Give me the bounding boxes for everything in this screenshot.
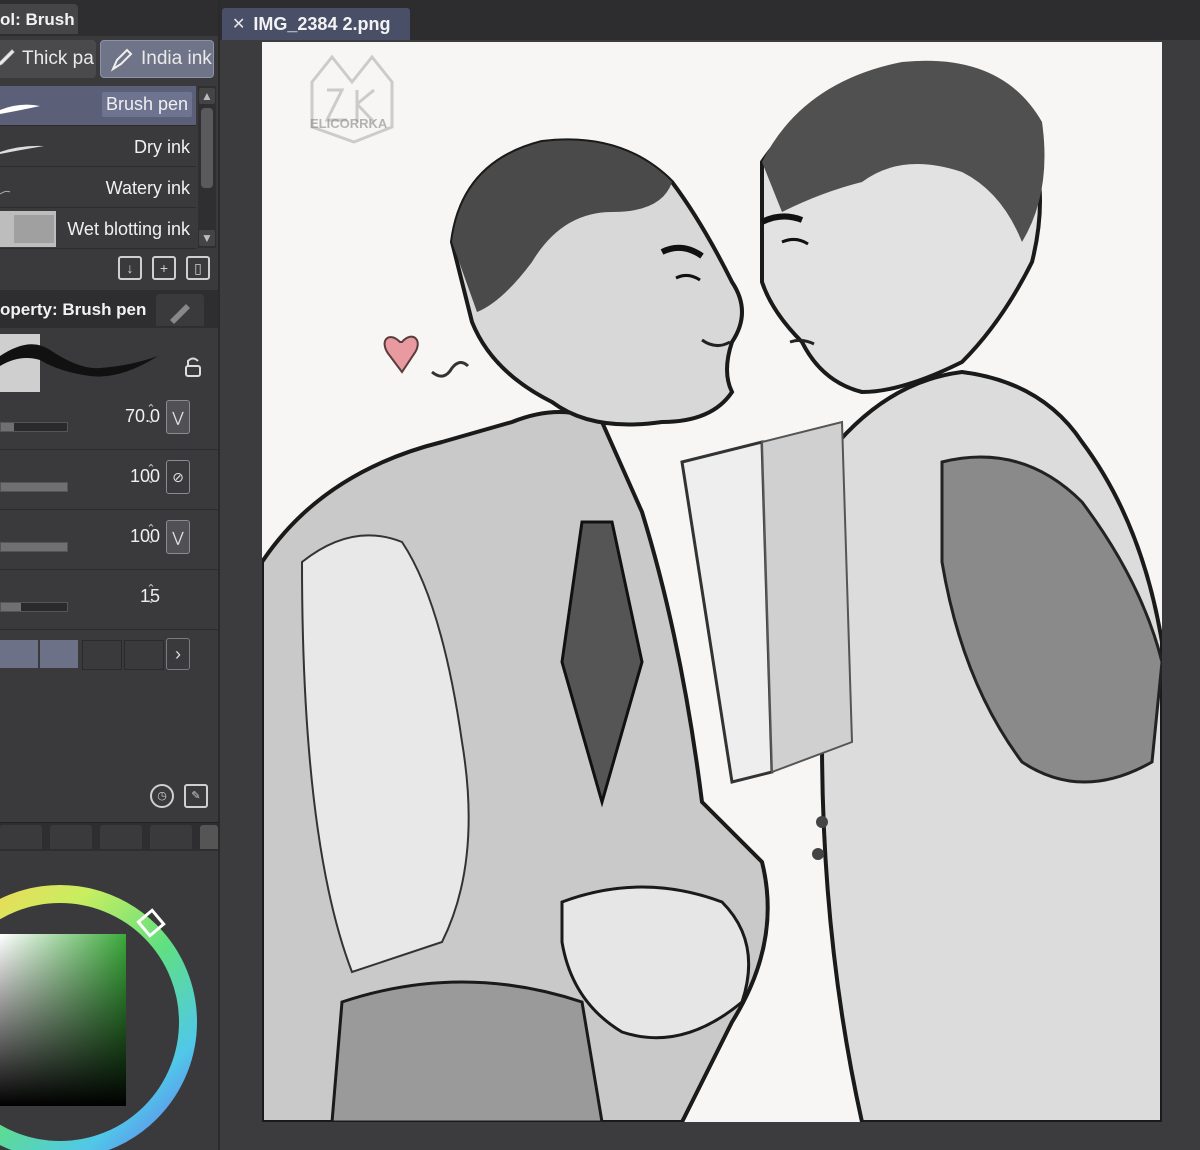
stepper-icon[interactable]: ⌃ ⌄ [144,464,158,486]
pen-nib-icon [110,48,133,72]
color-wheel-panel [0,852,218,1150]
param-brush-size[interactable]: 70.0 ⌃ ⌄ ⋁ [0,392,218,450]
wrench-pen-icon [170,304,190,324]
swatch[interactable] [0,640,38,668]
brush-item-brush-pen[interactable]: Brush pen [0,86,196,126]
tab-layers-icon[interactable] [150,825,192,849]
brush-stroke-preview [0,190,11,195]
brush-stroke-preview [0,211,56,247]
book-pages [760,420,854,774]
tab-layer-properties[interactable] [0,825,42,849]
brush-list: Brush pen Dry ink Watery ink Wet blottin… [0,86,198,252]
brush-name: Wet blotting ink [67,219,190,239]
brush-name: Watery ink [105,178,190,198]
duplicate-icon[interactable]: + [152,256,176,280]
tool-property-panel: ol: Brush Thick pa India ink Brush pen D… [0,0,220,1150]
slider-fill [1,543,67,551]
property-tab[interactable] [156,294,204,326]
stroke-preview [0,334,201,392]
swatch[interactable] [82,640,122,670]
brush-name: Brush pen [101,92,192,117]
import-icon[interactable]: ↓ [118,256,142,280]
brush-stroke-preview [0,145,44,154]
artwork-canvas[interactable]: ELICORRKA [262,42,1162,1122]
opacity-slider[interactable] [0,482,68,492]
wrench-icon[interactable]: ✎ [184,784,208,808]
trash-icon[interactable]: ▯ [186,256,210,280]
sub-tool-title: ol: Brush [0,10,75,29]
left-figure-knee [330,980,604,1122]
brush-size-slider[interactable] [0,422,68,432]
property-footer-icons: ◷ ✎ [150,784,218,814]
chevron-down-icon[interactable] [200,825,218,849]
canvas-area[interactable]: ELICORRKA [220,40,1200,1150]
reset-icon[interactable]: ◷ [150,784,174,808]
sub-tool-tab[interactable]: ol: Brush [0,4,78,34]
swatch[interactable] [124,640,164,670]
brush-item-watery-ink[interactable]: Watery ink [0,168,196,208]
brush-name: Dry ink [133,137,190,157]
document-tab-bar: ✕ IMG_2384 2.png [220,0,1200,40]
tab-animation-icon[interactable] [100,825,142,849]
document-tab[interactable]: ✕ IMG_2384 2.png [222,8,410,40]
tab-india-ink[interactable]: India ink [100,40,214,78]
close-icon[interactable]: ✕ [232,14,245,34]
stepper-icon[interactable]: ⌃ ⌄ [144,524,158,546]
brush-list-scrollbar[interactable]: ▲ ▼ [198,86,216,248]
scroll-down-icon[interactable]: ▼ [199,230,215,246]
brush-list-actions: ↓ + ▯ [118,256,218,282]
disabled-toggle-icon[interactable]: ⊘ [166,460,190,494]
tool-group-tabs: Thick pa India ink [0,38,218,82]
tab-navigator-icon[interactable] [50,825,92,849]
brush-item-wet-blotting-ink[interactable]: Wet blotting ink [0,209,196,249]
stabilization-slider[interactable] [0,602,68,612]
watermark-text: ELICORRKA [310,116,388,131]
book [680,440,774,784]
slider-fill [1,483,67,491]
param-stabilization[interactable]: 15 ⌃ ⌄ [0,572,218,630]
slider-fill [1,603,21,611]
artwork-illustration: ELICORRKA [262,54,1162,1122]
scrollbar-thumb[interactable] [201,108,213,188]
scroll-up-icon[interactable]: ▲ [199,88,215,104]
stepper-icon[interactable]: ⌃ ⌄ [144,404,158,426]
vest-button [816,816,828,828]
color-wheel[interactable] [0,852,218,1150]
squiggle-mark [431,361,470,378]
tab-label: India ink [141,48,212,69]
param-opacity[interactable]: 100 ⌃ ⌄ ⊘ [0,452,218,510]
slider-fill [1,423,15,431]
tool-property-header: operty: Brush pen [0,290,218,328]
tool-property-title: operty: Brush pen [0,300,147,319]
param-density[interactable]: 100 ⌃ ⌄ ⋁ [0,512,218,570]
palette-tabs [0,822,218,851]
document-tab-title: IMG_2384 2.png [253,13,391,34]
density-slider[interactable] [0,542,68,552]
sub-tool-header: ol: Brush [0,0,218,36]
brush-tip-swatches: › [0,638,218,672]
brush-stroke-preview [0,104,40,114]
heart-icon [383,335,419,374]
tab-thick-paint[interactable]: Thick pa [0,40,96,78]
swatch[interactable] [40,640,78,668]
vest-button [812,848,824,860]
stepper-icon[interactable]: ⌃ ⌄ [144,584,158,606]
pressure-toggle-icon[interactable]: ⋁ [166,400,190,434]
tab-label: Thick pa [22,48,94,69]
brush-icon [0,49,15,66]
brush-item-dry-ink[interactable]: Dry ink [0,127,196,167]
pressure-toggle-icon[interactable]: ⋁ [166,520,190,554]
chevron-right-icon[interactable]: › [166,638,190,670]
